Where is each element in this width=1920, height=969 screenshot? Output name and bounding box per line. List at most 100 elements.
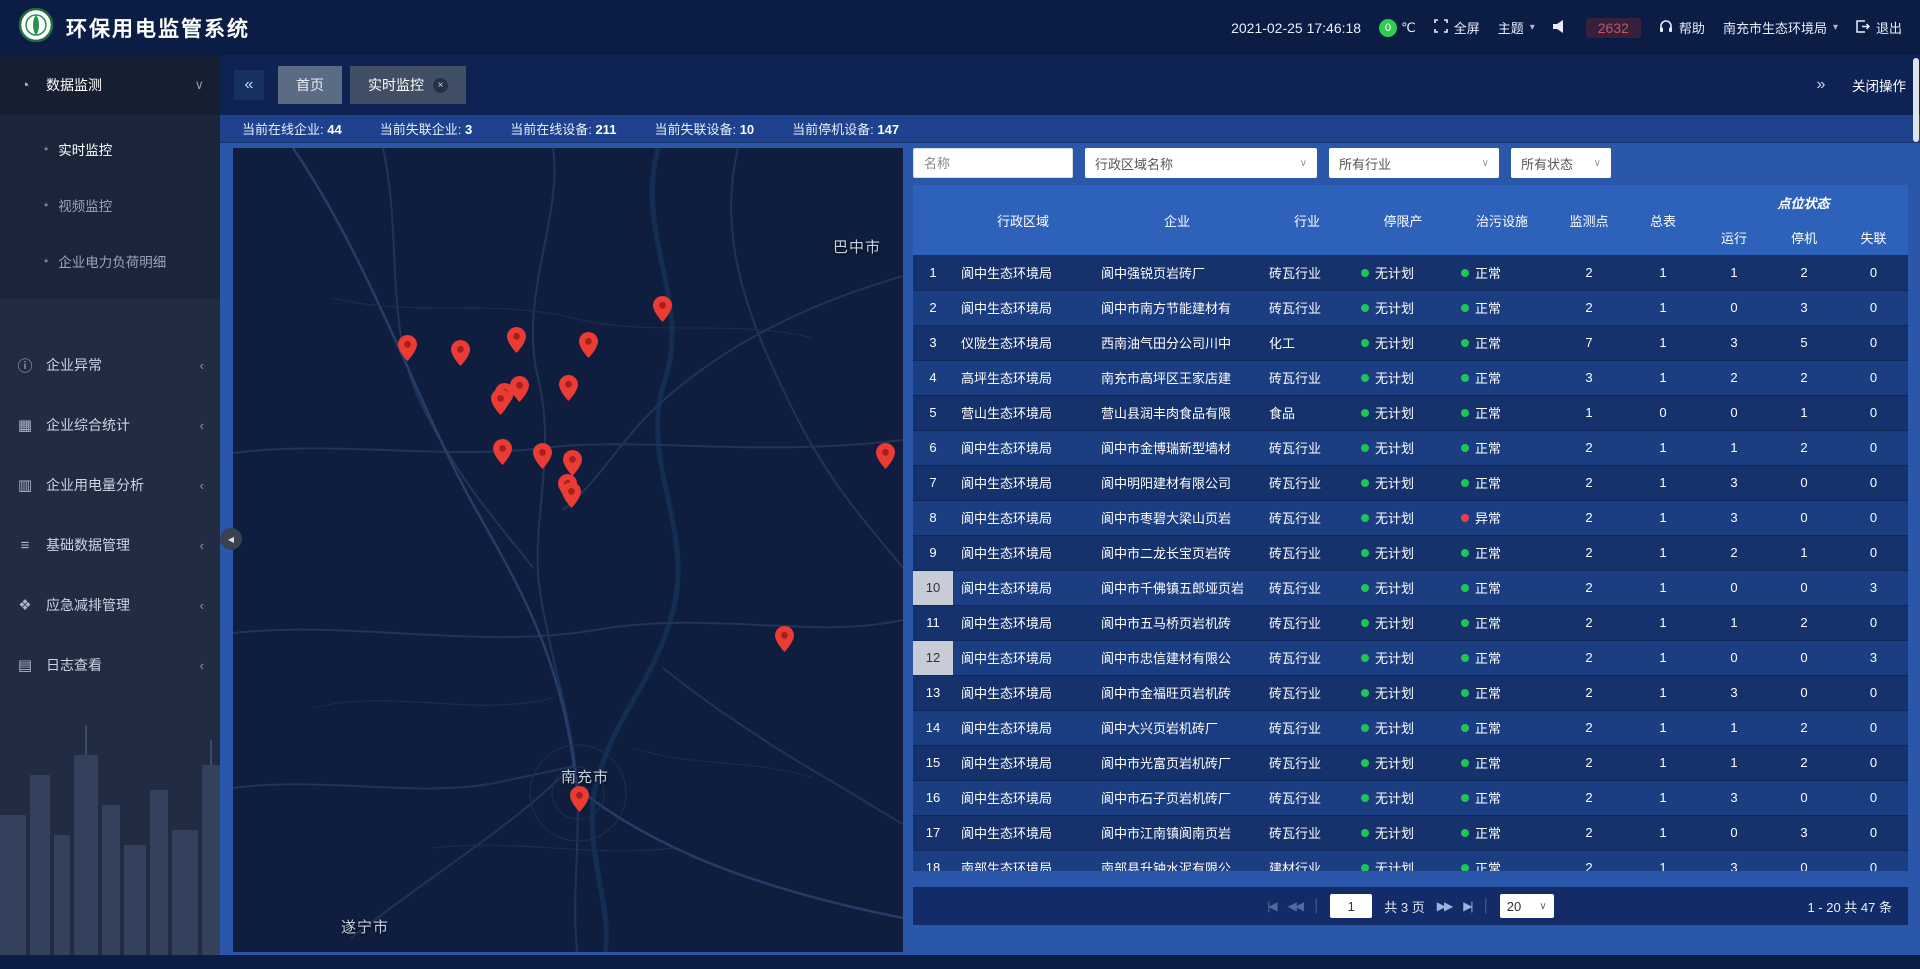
cell-company: 西南油气田分公司川中 <box>1093 325 1261 360</box>
map-pin[interactable] <box>579 332 598 358</box>
table-row[interactable]: 14阆中生态环境局阆中大兴页岩机砖厂砖瓦行业无计划正常21120 <box>913 710 1908 745</box>
fullscreen-button[interactable]: 全屏 <box>1434 18 1480 37</box>
name-filter-input[interactable] <box>913 148 1073 178</box>
org-dropdown[interactable]: 南充市生态环境局 ▾ <box>1723 18 1838 37</box>
col-disconnected[interactable]: 失联 <box>1839 219 1908 255</box>
sidebar-group-log-view[interactable]: ▤日志查看‹ <box>0 635 220 695</box>
table-row[interactable]: 17阆中生态环境局阆中市江南镇阆南页岩砖瓦行业无计划正常21030 <box>913 815 1908 850</box>
map-pin[interactable] <box>876 443 895 469</box>
industry-filter-select[interactable]: 所有行业 ∨ <box>1329 148 1499 178</box>
stat-label: 当前失联设备: <box>654 122 736 137</box>
close-icon[interactable]: × <box>433 78 448 93</box>
table-row[interactable]: 8阆中生态环境局阆中市枣碧大梁山页岩砖瓦行业无计划异常21300 <box>913 500 1908 535</box>
map-pin[interactable] <box>398 335 417 361</box>
table-row[interactable]: 10阆中生态环境局阆中市千佛镇五郎垭页岩砖瓦行业无计划正常21003 <box>913 570 1908 605</box>
cell-industry: 砖瓦行业 <box>1261 465 1353 500</box>
page-size-select[interactable]: 20 ∨ <box>1500 894 1554 918</box>
col-facility-status[interactable]: 治污设施 <box>1453 185 1551 255</box>
col-production-status[interactable]: 停限产 <box>1353 185 1453 255</box>
map-pin[interactable] <box>562 482 581 508</box>
tabs-scroll-right-button[interactable]: » <box>1806 70 1836 100</box>
cell-production-status: 无计划 <box>1353 780 1453 815</box>
map-pin[interactable] <box>559 375 578 401</box>
table-row[interactable]: 7阆中生态环境局阆中明阳建材有限公司砖瓦行业无计划正常21300 <box>913 465 1908 500</box>
help-button[interactable]: 帮助 <box>1659 18 1705 37</box>
table-row[interactable]: 12阆中生态环境局阆中市忠信建材有限公砖瓦行业无计划正常21003 <box>913 640 1908 675</box>
table-row[interactable]: 6阆中生态环境局阆中市金博瑞新型墙材砖瓦行业无计划正常21120 <box>913 430 1908 465</box>
col-company[interactable]: 企业 <box>1093 185 1261 255</box>
table-row[interactable]: 1阆中生态环境局阆中强锐页岩砖厂砖瓦行业无计划正常21120 <box>913 255 1908 290</box>
row-index: 7 <box>913 465 953 500</box>
first-page-button[interactable]: |◀ <box>1267 899 1275 913</box>
map-panel[interactable]: 巴中市南充市遂宁市 <box>233 148 903 952</box>
page-number-input[interactable] <box>1330 894 1372 918</box>
theme-dropdown[interactable]: 主题 ▾ <box>1498 18 1535 37</box>
row-index: 4 <box>913 360 953 395</box>
col-running[interactable]: 运行 <box>1699 219 1769 255</box>
map-pin[interactable] <box>653 296 672 322</box>
scrollbar-thumb[interactable] <box>1913 58 1919 142</box>
cell-total-meter: 1 <box>1627 605 1699 640</box>
sidebar-group-power-usage-analysis[interactable]: ▥企业用电量分析‹ <box>0 455 220 515</box>
sidebar-collapse-button[interactable]: ◀ <box>220 528 242 550</box>
table-row[interactable]: 11阆中生态环境局阆中市五马桥页岩机砖砖瓦行业无计划正常21120 <box>913 605 1908 640</box>
col-stopped[interactable]: 停机 <box>1769 219 1839 255</box>
prev-page-button[interactable]: ◀◀ <box>1288 899 1302 913</box>
table-row[interactable]: 13阆中生态环境局阆中市金福旺页岩机砖砖瓦行业无计划正常21300 <box>913 675 1908 710</box>
table-row[interactable]: 4高坪生态环境局南充市高坪区王家店建砖瓦行业无计划正常31220 <box>913 360 1908 395</box>
announcement-button[interactable] <box>1553 20 1568 36</box>
cell-stopped: 5 <box>1769 325 1839 360</box>
sidebar-group-emergency-reduction[interactable]: ❖应急减排管理‹ <box>0 575 220 635</box>
col-total-meter[interactable]: 总表 <box>1627 185 1699 255</box>
cell-facility-status: 正常 <box>1453 465 1551 500</box>
tab-home[interactable]: 首页 <box>278 66 342 104</box>
map-pin[interactable] <box>493 439 512 465</box>
logout-button[interactable]: 退出 <box>1856 18 1902 37</box>
sidebar-item-power-load-detail[interactable]: •企业电力负荷明细 <box>0 233 220 289</box>
cell-company: 阆中市光富页岩机砖厂 <box>1093 745 1261 780</box>
cell-company: 阆中市千佛镇五郎垭页岩 <box>1093 570 1261 605</box>
last-page-button[interactable]: ▶| <box>1463 899 1471 913</box>
map-pin[interactable] <box>491 389 510 415</box>
next-page-button[interactable]: ▶▶ <box>1437 899 1451 913</box>
sidebar-item-video-monitor[interactable]: •视频监控 <box>0 177 220 233</box>
close-operations-button[interactable]: 关闭操作 <box>1852 75 1906 95</box>
chevron-left-icon: ‹ <box>200 658 204 673</box>
map-pin[interactable] <box>775 626 794 652</box>
cell-disconnected: 0 <box>1839 395 1908 430</box>
select-caret-icon: ∨ <box>1482 158 1489 169</box>
sidebar-group-base-data-management[interactable]: ≡基础数据管理‹ <box>0 515 220 575</box>
sidebar-group-enterprise-statistics[interactable]: ▦企业综合统计‹ <box>0 395 220 455</box>
sidebar-group-enterprise-abnormal[interactable]: ⓘ企业异常‹ <box>0 335 220 395</box>
table-row[interactable]: 3仪陇生态环境局西南油气田分公司川中化工无计划正常71350 <box>913 325 1908 360</box>
cell-industry: 砖瓦行业 <box>1261 290 1353 325</box>
status-dot-icon <box>1361 584 1369 592</box>
map-pin[interactable] <box>570 786 589 812</box>
col-region[interactable]: 行政区域 <box>953 185 1093 255</box>
headset-icon <box>1659 20 1673 36</box>
sidebar-group-data-monitoring[interactable]: ◔数据监测∨ <box>0 55 220 115</box>
table-row[interactable]: 16阆中生态环境局阆中市石子页岩机砖厂砖瓦行业无计划正常21300 <box>913 780 1908 815</box>
map-pin[interactable] <box>533 443 552 469</box>
cell-disconnected: 0 <box>1839 745 1908 780</box>
map-pin[interactable] <box>451 340 470 366</box>
cell-disconnected: 0 <box>1839 850 1908 871</box>
region-filter-select[interactable]: 行政区域名称 ∨ <box>1085 148 1317 178</box>
table-row[interactable]: 9阆中生态环境局阆中市二龙长宝页岩砖砖瓦行业无计划正常21210 <box>913 535 1908 570</box>
cell-total-meter: 0 <box>1627 395 1699 430</box>
map-pin[interactable] <box>510 376 529 402</box>
map-pin[interactable] <box>507 327 526 353</box>
cell-facility-status: 正常 <box>1453 395 1551 430</box>
table-row[interactable]: 5营山生态环境局营山县润丰肉食品有限食品无计划正常10010 <box>913 395 1908 430</box>
col-industry[interactable]: 行业 <box>1261 185 1353 255</box>
table-row[interactable]: 2阆中生态环境局阆中市南方节能建材有砖瓦行业无计划正常21030 <box>913 290 1908 325</box>
fullscreen-icon <box>1434 19 1448 36</box>
tabs-scroll-left-button[interactable]: « <box>234 70 264 100</box>
col-monitor-points[interactable]: 监测点 <box>1551 185 1627 255</box>
table-row[interactable]: 18南部生态环境局南部县升钟水泥有限公建材行业无计划正常21300 <box>913 850 1908 871</box>
table-row[interactable]: 15阆中生态环境局阆中市光富页岩机砖厂砖瓦行业无计划正常21120 <box>913 745 1908 780</box>
status-filter-select[interactable]: 所有状态 ∨ <box>1511 148 1611 178</box>
map-pin[interactable] <box>563 450 582 476</box>
sidebar-item-realtime-monitor[interactable]: •实时监控 <box>0 121 220 177</box>
tab-realtime-monitor[interactable]: 实时监控× <box>350 66 466 104</box>
